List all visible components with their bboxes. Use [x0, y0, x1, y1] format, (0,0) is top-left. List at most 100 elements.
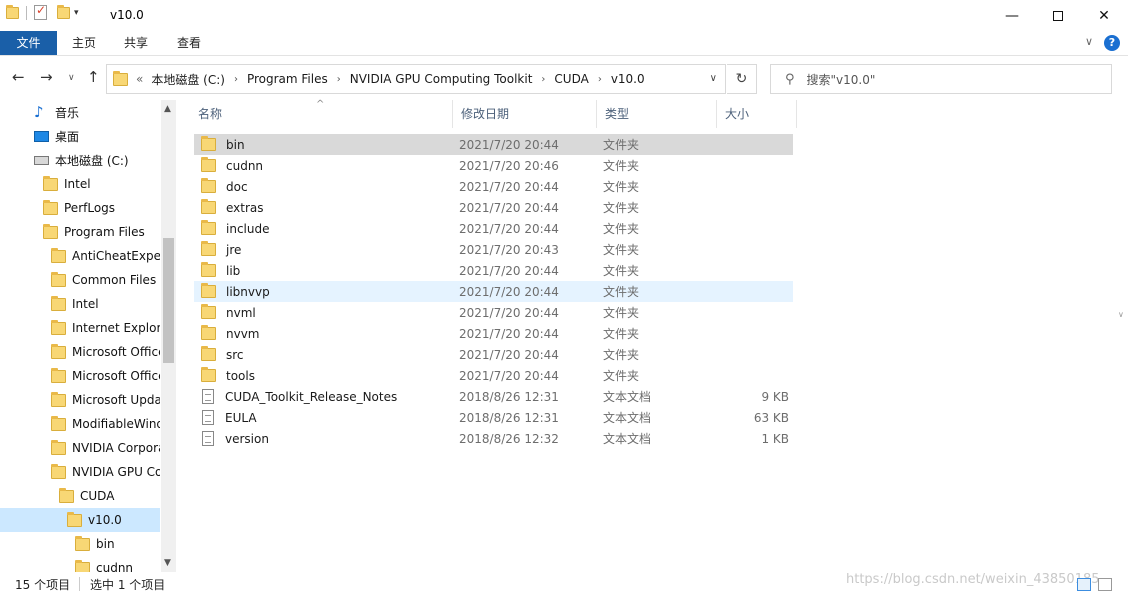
breadcrumb-overflow[interactable]: « — [136, 72, 143, 86]
scrollbar-thumb[interactable] — [163, 238, 174, 363]
back-button[interactable]: ← — [12, 68, 25, 86]
sidebar-item-music[interactable]: ♪ 音乐 — [0, 100, 160, 124]
file-row[interactable]: nvml 2021/7/20 20:44 文件夹 — [194, 302, 793, 323]
up-button[interactable]: ↑ — [87, 68, 100, 86]
folder-icon — [201, 220, 216, 235]
sidebar-item-modifiable-windows[interactable]: ModifiableWindows — [0, 412, 160, 436]
folder-icon — [43, 223, 58, 239]
breadcrumb-program-files[interactable]: Program Files — [247, 72, 328, 86]
file-type: 文件夹 — [603, 222, 640, 236]
sidebar-item-microsoft-office[interactable]: Microsoft Office — [0, 340, 160, 364]
folder-icon — [51, 247, 66, 263]
file-row[interactable]: version 2018/8/26 12:32 文本文档 1 KB — [194, 428, 793, 449]
sidebar-item-internet-explorer[interactable]: Internet Explorer — [0, 316, 160, 340]
sidebar-item-intel-pf[interactable]: Intel — [0, 292, 160, 316]
sidebar-item-bin[interactable]: bin — [0, 532, 160, 556]
tab-home[interactable]: 主页 — [60, 31, 108, 55]
folder-icon — [51, 295, 66, 311]
file-row[interactable]: doc 2021/7/20 20:44 文件夹 — [194, 176, 793, 197]
file-row[interactable]: CUDA_Toolkit_Release_Notes 2018/8/26 12:… — [194, 386, 793, 407]
sidebar-item-common-files[interactable]: Common Files — [0, 268, 160, 292]
column-header-type[interactable]: 类型 — [597, 100, 717, 128]
sidebar-item-desktop[interactable]: 桌面 — [0, 124, 160, 148]
chevron-right-icon[interactable]: › — [337, 74, 341, 85]
maximize-button[interactable] — [1035, 0, 1081, 31]
status-divider — [79, 577, 80, 591]
address-history-dropdown-icon[interactable]: ∨ — [710, 73, 717, 84]
breadcrumb-nvidia-toolkit[interactable]: NVIDIA GPU Computing Toolkit — [350, 72, 533, 86]
scroll-down-icon[interactable]: ▼ — [164, 558, 171, 568]
folder-icon — [51, 367, 66, 383]
tab-share[interactable]: 共享 — [112, 31, 160, 55]
new-folder-icon[interactable] — [57, 4, 70, 19]
file-row[interactable]: tools 2021/7/20 20:44 文件夹 — [194, 365, 793, 386]
folder-icon — [201, 199, 216, 214]
sidebar-item-microsoft-update[interactable]: Microsoft Update — [0, 388, 160, 412]
customize-qat-icon[interactable]: ▾ — [74, 8, 79, 18]
ribbon-tabs: 文件 主页 共享 查看 ∨ ? — [0, 31, 1128, 56]
sidebar-item-label: PerfLogs — [64, 201, 116, 215]
sidebar-item-v10[interactable]: v10.0 — [0, 508, 160, 532]
breadcrumb-cuda[interactable]: CUDA — [554, 72, 588, 86]
chevron-right-icon[interactable]: › — [598, 74, 602, 85]
sidebar-scrollbar[interactable]: ▲ ▼ — [161, 100, 176, 572]
refresh-button[interactable]: ↻ — [727, 64, 757, 94]
column-header-date[interactable]: 修改日期 — [453, 100, 597, 128]
tab-view[interactable]: 查看 — [165, 31, 213, 55]
folder-icon — [201, 283, 216, 298]
sidebar-item-label: v10.0 — [88, 513, 122, 527]
help-icon[interactable]: ? — [1104, 35, 1120, 51]
sidebar-item-intel[interactable]: Intel — [0, 172, 160, 196]
search-input[interactable]: ⚲ 搜索"v10.0" — [770, 64, 1112, 94]
chevron-right-icon[interactable]: › — [234, 74, 238, 85]
file-size: 1 KB — [761, 431, 789, 446]
file-row[interactable]: jre 2021/7/20 20:43 文件夹 — [194, 239, 793, 260]
text-file-icon — [202, 431, 214, 446]
sidebar-item-drive-c[interactable]: 本地磁盘 (C:) — [0, 148, 160, 172]
file-row[interactable]: extras 2021/7/20 20:44 文件夹 — [194, 197, 793, 218]
folder-icon — [75, 535, 90, 551]
forward-button[interactable]: → — [40, 68, 53, 86]
scroll-up-icon[interactable]: ▲ — [164, 104, 171, 114]
column-header-name[interactable]: ^ 名称 — [190, 99, 453, 128]
sidebar-item-anticheatexpert[interactable]: AntiCheatExpert — [0, 244, 160, 268]
sidebar-item-microsoft-office-2[interactable]: Microsoft Office — [0, 364, 160, 388]
file-row[interactable]: libnvvp 2021/7/20 20:44 文件夹 — [194, 281, 793, 302]
file-row[interactable]: nvvm 2021/7/20 20:44 文件夹 — [194, 323, 793, 344]
recent-locations-icon[interactable]: ∨ — [68, 73, 75, 83]
file-row[interactable]: src 2021/7/20 20:44 文件夹 — [194, 344, 793, 365]
details-view-icon[interactable] — [1077, 578, 1091, 591]
close-button[interactable]: ✕ — [1081, 0, 1127, 31]
breadcrumb-drive[interactable]: 本地磁盘 (C:) — [151, 71, 225, 88]
sidebar-item-cudnn[interactable]: cudnn — [0, 556, 160, 572]
file-date: 2021/7/20 20:46 — [459, 158, 559, 173]
sidebar-item-label: Microsoft Office — [72, 369, 160, 383]
sidebar-item-nvidia-corporation[interactable]: NVIDIA Corporation — [0, 436, 160, 460]
breadcrumb-v10[interactable]: v10.0 — [611, 72, 645, 86]
music-icon: ♪ — [34, 103, 44, 121]
column-header-size[interactable]: 大小 — [717, 100, 797, 128]
expand-ribbon-icon[interactable]: ∨ — [1085, 35, 1093, 48]
tab-file[interactable]: 文件 — [0, 31, 57, 55]
file-type: 文件夹 — [603, 180, 640, 194]
address-bar[interactable]: « 本地磁盘 (C:) › Program Files › NVIDIA GPU… — [106, 64, 726, 94]
sidebar-item-perflogs[interactable]: PerfLogs — [0, 196, 160, 220]
sidebar-item-program-files[interactable]: Program Files — [0, 220, 160, 244]
sidebar-item-nvidia-gpu-computing[interactable]: NVIDIA GPU Computing — [0, 460, 160, 484]
folder-icon — [201, 304, 216, 319]
minimize-button[interactable]: — — [989, 0, 1035, 31]
file-row[interactable]: EULA 2018/8/26 12:31 文本文档 63 KB — [194, 407, 793, 428]
file-row[interactable]: include 2021/7/20 20:44 文件夹 — [194, 218, 793, 239]
file-type: 文件夹 — [603, 369, 640, 383]
file-type: 文件夹 — [603, 348, 640, 362]
file-row[interactable]: lib 2021/7/20 20:44 文件夹 — [194, 260, 793, 281]
file-row[interactable]: cudnn 2021/7/20 20:46 文件夹 — [194, 155, 793, 176]
sidebar-item-label: Intel — [72, 297, 99, 311]
qat-divider — [26, 5, 27, 20]
properties-icon[interactable] — [34, 3, 47, 20]
file-date: 2021/7/20 20:44 — [459, 179, 559, 194]
file-row[interactable]: bin 2021/7/20 20:44 文件夹 — [194, 134, 793, 155]
chevron-right-icon[interactable]: › — [541, 74, 545, 85]
large-icons-view-icon[interactable] — [1098, 578, 1112, 591]
sidebar-item-cuda[interactable]: CUDA — [0, 484, 160, 508]
